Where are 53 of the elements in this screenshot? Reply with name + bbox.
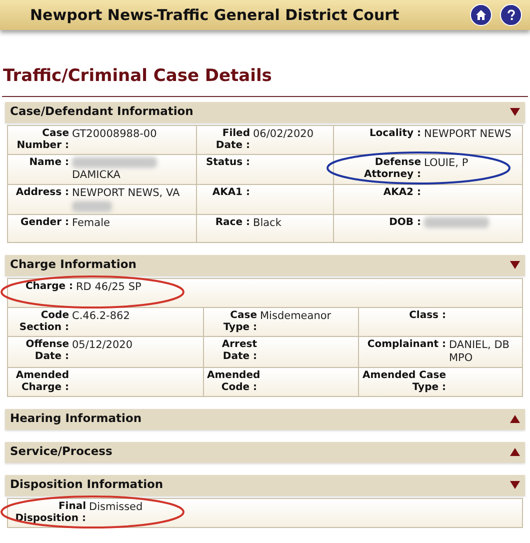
help-button[interactable] bbox=[500, 4, 522, 26]
field-label: Complainant : bbox=[366, 338, 446, 352]
field-label: Locality : bbox=[368, 128, 421, 140]
field-label: Class : bbox=[408, 310, 446, 322]
field-label: Status : bbox=[204, 156, 250, 170]
field-value: Female bbox=[72, 216, 110, 230]
section-title: Disposition Information bbox=[10, 476, 164, 494]
field-label: Defense Attorney : bbox=[362, 156, 421, 182]
field-value: 05/12/2020 bbox=[72, 338, 133, 352]
field-value: Misdemeanor bbox=[260, 310, 332, 322]
field-label: Race : bbox=[214, 216, 250, 230]
section-header[interactable]: Disposition Information bbox=[5, 474, 525, 496]
field-label: Filed Date : bbox=[214, 128, 250, 152]
field-value: Black bbox=[253, 216, 282, 230]
field-label: Case Type : bbox=[222, 310, 257, 334]
field-label: Charge : bbox=[24, 280, 73, 294]
field-value: RD 46/25 SP bbox=[76, 280, 142, 294]
field-value: C.46.2-862 bbox=[72, 310, 130, 322]
field-label: Offense Date : bbox=[24, 338, 69, 364]
field-label: Address : bbox=[14, 186, 69, 200]
field-label: Case Number : bbox=[16, 128, 69, 152]
section-header[interactable]: Service/Process bbox=[5, 442, 525, 462]
section-title: Service/Process bbox=[10, 443, 112, 460]
field-value: LOUIE, P bbox=[424, 156, 468, 170]
field-label: DOB : bbox=[388, 216, 421, 230]
site-title: Newport News-Traffic General District Court bbox=[29, 4, 400, 26]
field-label: Amended Code : bbox=[207, 370, 257, 394]
field-label: Amended Case Type : bbox=[362, 370, 446, 394]
field-label: Amended Charge : bbox=[14, 370, 69, 394]
field-label: Code Section : bbox=[18, 310, 69, 334]
field-label: AKA2 : bbox=[382, 186, 421, 200]
field-value: DANIEL, DB MPO bbox=[449, 338, 510, 364]
field-value: GT20008988-00 bbox=[72, 128, 157, 140]
section-title: Case/Defendant Information bbox=[10, 103, 194, 120]
field-label: Final Disposition : bbox=[14, 500, 86, 524]
field-label: AKA1 : bbox=[211, 186, 250, 200]
field-value: NEWPORT NEWS bbox=[424, 128, 512, 140]
home-button[interactable] bbox=[470, 4, 492, 26]
section-title: Charge Information bbox=[10, 256, 136, 274]
section-header[interactable]: Case/Defendant Information bbox=[5, 102, 525, 122]
field-label: Arrest Date : bbox=[220, 338, 257, 364]
section-header[interactable]: Charge Information bbox=[5, 254, 525, 276]
field-label: Name : bbox=[28, 156, 69, 170]
field-value: Dismissed bbox=[89, 500, 143, 514]
field-label: Gender : bbox=[20, 216, 69, 230]
field-value: 06/02/2020 bbox=[253, 128, 314, 140]
section-title: Hearing Information bbox=[10, 410, 142, 428]
help-icon bbox=[505, 9, 517, 21]
section-header[interactable]: Hearing Information bbox=[5, 408, 525, 430]
page-title: Traffic/Criminal Case Details bbox=[2, 64, 528, 96]
field-value: DAMICKA bbox=[72, 168, 122, 182]
field-value: NEWPORT NEWS, VA bbox=[72, 186, 180, 200]
home-icon bbox=[475, 9, 487, 21]
